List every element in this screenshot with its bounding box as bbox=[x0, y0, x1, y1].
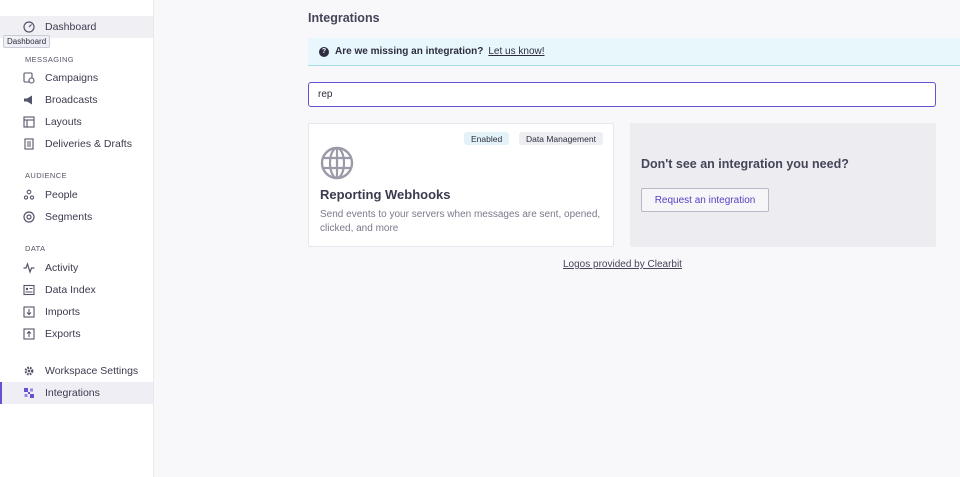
section-label-messaging: MESSAGING bbox=[25, 55, 75, 64]
sidebar-item-label: Broadcasts bbox=[45, 94, 98, 106]
id-card-icon bbox=[22, 283, 36, 297]
integration-card-reporting-webhooks[interactable]: Enabled Data Management Reporting Webhoo… bbox=[308, 123, 614, 247]
missing-integration-banner: ? Are we missing an integration? Let us … bbox=[308, 38, 960, 66]
sidebar-item-label: Segments bbox=[45, 211, 93, 223]
integration-name: Reporting Webhooks bbox=[320, 187, 451, 202]
sidebar-item-people[interactable]: People bbox=[0, 184, 153, 206]
people-icon bbox=[22, 188, 36, 202]
sidebar-item-label: Layouts bbox=[45, 116, 82, 128]
status-badge: Enabled bbox=[464, 132, 510, 145]
request-integration-panel: Don't see an integration you need? Reque… bbox=[630, 123, 936, 247]
sidebar-item-segments[interactable]: Segments bbox=[0, 206, 153, 228]
sidebar-item-workspace-settings[interactable]: Workspace Settings bbox=[0, 360, 153, 382]
sidebar-item-broadcasts[interactable]: Broadcasts bbox=[0, 89, 153, 111]
sidebar-item-data-index[interactable]: Data Index bbox=[0, 279, 153, 301]
sidebar-item-label: Deliveries & Drafts bbox=[45, 138, 132, 150]
let-us-know-link[interactable]: Let us know! bbox=[488, 46, 544, 57]
request-heading: Don't see an integration you need? bbox=[641, 157, 849, 171]
segment-icon bbox=[22, 210, 36, 224]
sidebar-item-integrations[interactable]: Integrations bbox=[0, 382, 153, 404]
sidebar-item-label: Workspace Settings bbox=[45, 365, 139, 377]
sidebar-item-activity[interactable]: Activity bbox=[0, 257, 153, 279]
document-icon bbox=[22, 137, 36, 151]
campaign-icon bbox=[22, 71, 36, 85]
banner-message: Are we missing an integration? bbox=[335, 46, 484, 57]
sidebar-item-deliveries[interactable]: Deliveries & Drafts bbox=[0, 133, 153, 155]
globe-icon bbox=[320, 146, 354, 180]
sidebar-item-imports[interactable]: Imports bbox=[0, 301, 153, 323]
export-icon bbox=[22, 327, 36, 341]
gear-icon bbox=[22, 364, 36, 378]
sidebar-item-label: People bbox=[45, 189, 78, 201]
import-icon bbox=[22, 305, 36, 319]
section-label-data: DATA bbox=[25, 244, 46, 253]
section-label-audience: AUDIENCE bbox=[25, 171, 67, 180]
megaphone-icon bbox=[22, 93, 36, 107]
sidebar-item-label: Integrations bbox=[45, 387, 100, 399]
sidebar-item-label: Activity bbox=[45, 262, 79, 274]
sidebar-item-label: Campaigns bbox=[45, 72, 99, 84]
sidebar-item-label: Exports bbox=[45, 328, 81, 340]
puzzle-icon bbox=[22, 386, 36, 400]
clearbit-link[interactable]: Logos provided by Clearbit bbox=[563, 259, 682, 270]
sidebar-item-label: Imports bbox=[45, 306, 81, 318]
sidebar-item-layouts[interactable]: Layouts bbox=[0, 111, 153, 133]
category-badge: Data Management bbox=[519, 132, 603, 145]
sidebar: Dashboard Dashboard MESSAGING Campaigns … bbox=[0, 0, 154, 477]
sidebar-item-label: Data Index bbox=[45, 284, 96, 296]
dashboard-tooltip: Dashboard bbox=[3, 35, 51, 48]
question-circle-icon: ? bbox=[319, 46, 329, 57]
page-title: Integrations bbox=[308, 11, 380, 25]
search-input[interactable] bbox=[308, 82, 936, 107]
sidebar-item-label: Dashboard bbox=[45, 21, 97, 33]
sidebar-item-exports[interactable]: Exports bbox=[0, 323, 153, 345]
integration-description: Send events to your servers when message… bbox=[320, 209, 601, 234]
sidebar-item-campaigns[interactable]: Campaigns bbox=[0, 67, 153, 89]
pulse-icon bbox=[22, 261, 36, 275]
layout-icon bbox=[22, 115, 36, 129]
gauge-icon bbox=[22, 20, 36, 34]
request-integration-button[interactable]: Request an integration bbox=[641, 188, 769, 212]
